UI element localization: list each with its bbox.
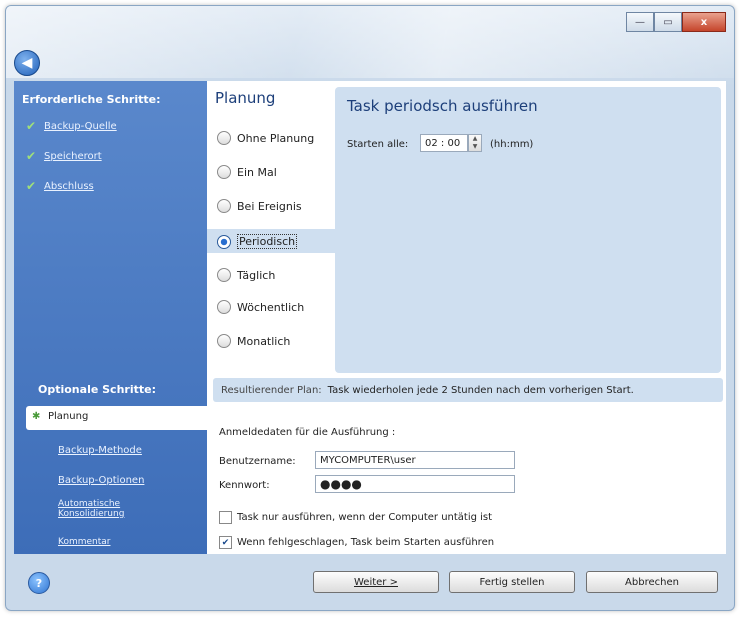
optional-steps-title: Optionale Schritte: <box>38 383 156 396</box>
wizard-sidebar: Erforderliche Schritte: ✔ Backup-Quelle … <box>14 81 207 554</box>
checkmark-icon: ✔ <box>26 119 37 133</box>
step-backup-source[interactable]: Backup-Quelle <box>44 121 117 132</box>
interval-input[interactable]: 02 : 00 <box>420 134 468 152</box>
next-button[interactable]: Weiter > <box>313 571 439 593</box>
maximize-button[interactable]: ▭ <box>654 12 682 32</box>
main-panel: Planung Ohne Planung Ein Mal Bei Ereigni… <box>207 81 726 554</box>
task-heading: Task periodsch ausführen <box>347 97 538 115</box>
title-bar <box>6 6 734 78</box>
step-backup-options[interactable]: Backup-Optionen <box>58 475 144 486</box>
cancel-button[interactable]: Abbrechen <box>586 571 718 593</box>
step-backup-method[interactable]: Backup-Methode <box>58 445 142 456</box>
radio-icon <box>217 131 231 145</box>
idle-only-checkbox[interactable]: Task nur ausführen, wenn der Computer un… <box>219 511 492 524</box>
radio-no-schedule[interactable]: Ohne Planung <box>217 131 314 145</box>
finish-button[interactable]: Fertig stellen <box>449 571 575 593</box>
resulting-plan-label: Resultierender Plan: <box>221 384 322 396</box>
radio-icon <box>217 199 231 213</box>
step-comment[interactable]: Kommentar <box>58 537 110 547</box>
resulting-plan-text: Task wiederholen jede 2 Stunden nach dem… <box>327 384 634 396</box>
run-on-startup-checkbox[interactable]: ✔ Wenn fehlgeschlagen, Task beim Starten… <box>219 536 494 549</box>
schedule-options: Planung Ohne Planung Ein Mal Bei Ereigni… <box>207 81 335 375</box>
password-input[interactable]: ●●●● <box>315 475 515 493</box>
radio-periodic[interactable]: Periodisch <box>217 234 298 249</box>
username-label: Benutzername: <box>219 456 296 467</box>
interval-spinner[interactable]: ▲ ▼ <box>468 134 482 152</box>
step-auto-consolidation[interactable]: Automatische Konsolidierung <box>58 499 178 519</box>
interval-unit: (hh:mm) <box>490 139 534 150</box>
checkbox-icon <box>219 511 232 524</box>
radio-once[interactable]: Ein Mal <box>217 165 277 179</box>
username-input[interactable]: MYCOMPUTER\user <box>315 451 515 469</box>
help-icon[interactable]: ? <box>28 572 50 594</box>
credentials-title: Anmeldedaten für die Ausführung : <box>219 427 396 438</box>
radio-icon <box>217 268 231 282</box>
step-planning-selected[interactable]: ✱ Planung <box>26 406 207 430</box>
minimize-button[interactable]: — <box>626 12 654 32</box>
wizard-window: — ▭ x ◀ Erforderliche Schritte: ✔ Backup… <box>5 5 735 611</box>
radio-daily[interactable]: Täglich <box>217 268 275 282</box>
step-destination[interactable]: Speicherort <box>44 151 102 162</box>
window-controls: — ▭ x <box>626 12 726 32</box>
periodic-settings-panel: Task periodsch ausführen Starten alle: 0… <box>335 87 721 373</box>
radio-icon <box>217 165 231 179</box>
radio-selected-icon <box>217 234 231 249</box>
radio-weekly[interactable]: Wöchentlich <box>217 300 304 314</box>
resulting-plan-bar: Resultierender Plan: Task wiederholen je… <box>213 378 723 402</box>
step-finish[interactable]: Abschluss <box>44 181 94 192</box>
close-button[interactable]: x <box>682 12 726 32</box>
required-steps-title: Erforderliche Schritte: <box>22 93 161 106</box>
radio-on-event[interactable]: Bei Ereignis <box>217 199 302 213</box>
radio-icon <box>217 334 231 348</box>
checkmark-icon: ✔ <box>26 149 37 163</box>
gear-icon: ✱ <box>32 411 41 422</box>
back-arrow-icon[interactable]: ◀ <box>14 50 40 76</box>
wizard-footer: ? Weiter > Fertig stellen Abbrechen <box>6 554 734 610</box>
checkmark-icon: ✔ <box>26 179 37 193</box>
password-label: Kennwort: <box>219 480 270 491</box>
radio-monthly[interactable]: Monatlich <box>217 334 290 348</box>
checkbox-checked-icon: ✔ <box>219 536 232 549</box>
radio-icon <box>217 300 231 314</box>
start-every-label: Starten alle: <box>347 139 409 150</box>
planning-heading: Planung <box>215 89 276 107</box>
